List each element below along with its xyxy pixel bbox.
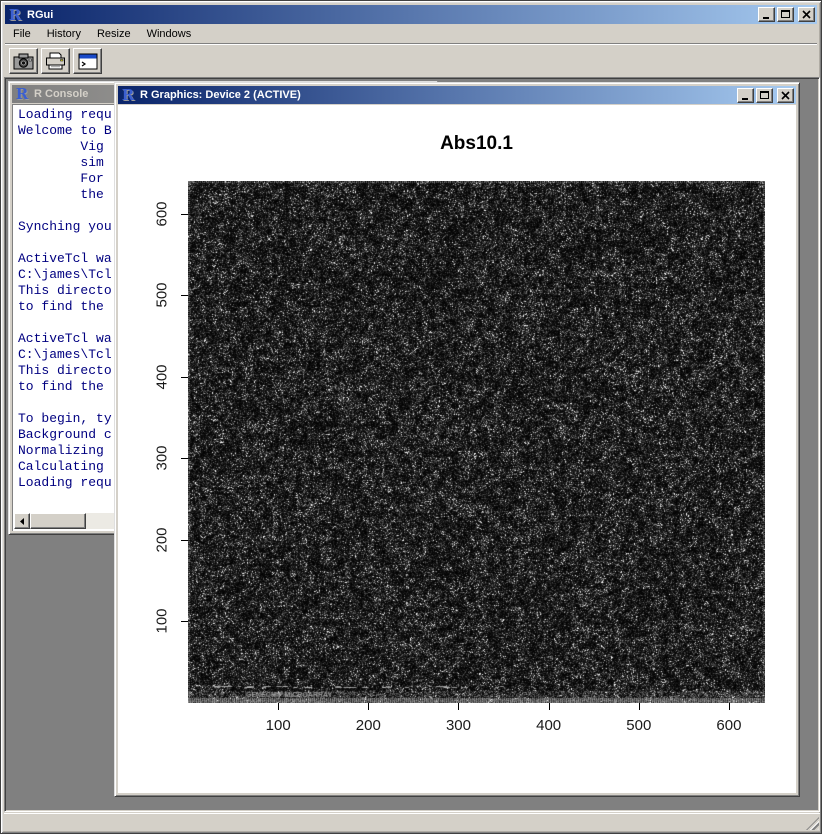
r-logo-icon: R <box>7 7 23 23</box>
y-axis-tick <box>181 214 188 215</box>
console-window-title: R Console <box>34 88 88 100</box>
x-axis-tick <box>729 703 730 710</box>
mdi-client: R R Console Loading requWelcome to B Vig… <box>7 80 817 809</box>
y-axis-tick-label: 200 <box>154 527 171 552</box>
r-logo-icon: R <box>14 86 30 102</box>
y-axis-tick-label: 100 <box>154 609 171 634</box>
y-axis-tick-label: 600 <box>154 201 171 226</box>
y-axis-tick <box>181 458 188 459</box>
x-axis-tick <box>639 703 640 710</box>
main-titlebar[interactable]: R RGui <box>5 5 817 24</box>
graphics-window-title: R Graphics: Device 2 (ACTIVE) <box>140 89 301 101</box>
console-window-icon <box>78 53 98 70</box>
toolbar <box>5 46 817 76</box>
graphics-maximize-button[interactable] <box>756 88 773 103</box>
graphics-caption-buttons <box>735 88 794 103</box>
chip-image-canvas <box>188 181 765 703</box>
x-axis-tick-label: 600 <box>707 717 751 734</box>
arrow-left-icon <box>18 517 27 526</box>
maximize-button[interactable] <box>777 7 794 22</box>
camera-icon <box>13 53 34 70</box>
menu-item-resize[interactable]: Resize <box>89 26 139 42</box>
scroll-left-button[interactable] <box>14 513 30 529</box>
x-axis-tick <box>368 703 369 710</box>
y-axis-tick <box>181 377 188 378</box>
x-axis-tick-label: 500 <box>617 717 661 734</box>
x-axis-tick-label: 100 <box>256 717 300 734</box>
y-axis-tick-label: 500 <box>154 283 171 308</box>
y-axis-tick-label: 300 <box>154 446 171 471</box>
r-graphics-window: R R Graphics: Device 2 (ACTIVE) <box>114 82 800 797</box>
scrollbar-thumb[interactable] <box>30 513 86 529</box>
menu-item-file[interactable]: File <box>5 26 39 42</box>
x-axis-tick-label: 200 <box>346 717 390 734</box>
menu-item-windows[interactable]: Windows <box>139 26 200 42</box>
toolbar-divider <box>5 43 817 45</box>
resize-grip-icon[interactable] <box>806 817 819 830</box>
main-caption-buttons <box>756 7 815 22</box>
rgui-main-window: R RGui FileHistoryResizeWindows <box>0 0 822 834</box>
copy-snapshot-button[interactable] <box>9 48 38 74</box>
graphics-minimize-button[interactable] <box>737 88 754 103</box>
y-axis-tick <box>181 295 188 296</box>
print-button[interactable] <box>41 48 70 74</box>
menu-item-history[interactable]: History <box>39 26 89 42</box>
y-axis-tick <box>181 540 188 541</box>
graphics-close-button[interactable] <box>777 88 794 103</box>
plot-title: Abs10.1 <box>188 133 765 155</box>
console-focus-button[interactable] <box>73 48 102 74</box>
close-button[interactable] <box>798 7 815 22</box>
plot-area: Abs10.1 100 200 300 400 500 600 100 200 300 400 50… <box>118 105 796 793</box>
main-window-title: RGui <box>27 9 53 21</box>
chip-image <box>188 181 765 703</box>
x-axis-tick <box>549 703 550 710</box>
r-logo-icon: R <box>120 87 136 103</box>
y-axis-tick-label: 400 <box>154 364 171 389</box>
minimize-button[interactable] <box>758 7 775 22</box>
x-axis-tick-label: 400 <box>527 717 571 734</box>
x-axis-tick <box>278 703 279 710</box>
y-axis-tick <box>181 621 188 622</box>
statusbar <box>4 813 820 831</box>
graphics-titlebar[interactable]: R R Graphics: Device 2 (ACTIVE) <box>118 86 796 104</box>
mdi-workspace: R R Console Loading requWelcome to B Vig… <box>4 77 820 812</box>
printer-icon <box>45 52 66 70</box>
menubar: FileHistoryResizeWindows <box>5 25 817 43</box>
x-axis-tick <box>458 703 459 710</box>
x-axis-tick-label: 300 <box>436 717 480 734</box>
